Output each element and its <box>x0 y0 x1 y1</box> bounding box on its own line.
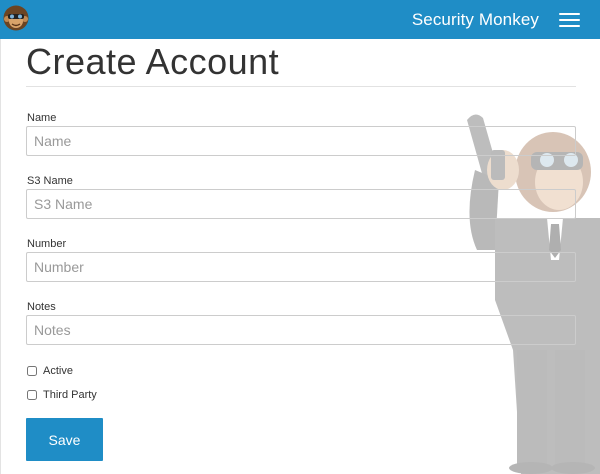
title-divider <box>26 86 576 87</box>
save-button[interactable]: Save <box>26 418 103 461</box>
app-brand-title[interactable]: Security Monkey <box>412 10 539 30</box>
name-label: Name <box>27 112 57 124</box>
hamburger-menu-icon[interactable] <box>559 13 580 28</box>
content-left-border <box>0 39 1 474</box>
number-input[interactable] <box>26 252 576 282</box>
third-party-checkbox[interactable] <box>27 390 37 400</box>
notes-label: Notes <box>27 301 56 313</box>
third-party-label[interactable]: Third Party <box>43 389 97 402</box>
security-monkey-watermark <box>467 114 600 474</box>
notes-input[interactable] <box>26 315 576 345</box>
top-navbar: Security Monkey <box>0 0 600 39</box>
active-label[interactable]: Active <box>43 365 73 378</box>
active-checkbox[interactable] <box>27 366 37 376</box>
monkey-logo-icon[interactable] <box>3 5 29 31</box>
s3-name-label: S3 Name <box>27 175 73 187</box>
page-title: Create Account <box>26 41 280 82</box>
name-input[interactable] <box>26 126 576 156</box>
number-label: Number <box>27 238 67 250</box>
s3-name-input[interactable] <box>26 189 576 219</box>
